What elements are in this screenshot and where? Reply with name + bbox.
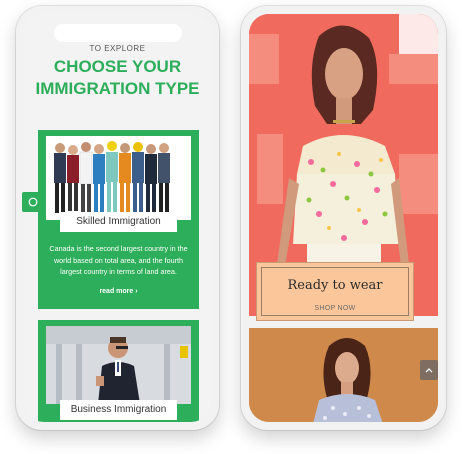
heading-line-2: IMMIGRATION TYPE (35, 79, 200, 98)
card-label-business: Business Immigration (60, 400, 177, 420)
heading-line-1: CHOOSE YOUR (53, 57, 182, 76)
promo-title: Ready to wear (287, 278, 383, 293)
section-eyebrow: TO EXPLORE (89, 44, 146, 53)
phone-mockup-right: Ready to wear SHOP NOW (241, 6, 446, 430)
card-label-skilled: Skilled Immigration (60, 212, 177, 232)
business-man-photo (46, 326, 191, 404)
phone-notch (53, 24, 182, 42)
fashion-page: Ready to wear SHOP NOW (249, 14, 438, 422)
skilled-workers-photo (46, 136, 191, 220)
fashion-model-image (249, 328, 438, 422)
banner-frame: Ready to wear SHOP NOW (261, 267, 409, 316)
immigration-page: TO EXPLORE CHOOSE YOUR IMMIGRATION TYPE (24, 14, 211, 422)
skilled-immigration-card[interactable]: Skilled Immigration Canada is the second… (38, 130, 199, 309)
chevron-up-icon[interactable] (420, 360, 438, 380)
section-heading: CHOOSE YOUR IMMIGRATION TYPE (24, 56, 211, 100)
card-description: Canada is the second largest country in … (49, 244, 188, 276)
business-immigration-card[interactable]: Business Immigration (38, 320, 199, 422)
read-more-link[interactable]: read more › (38, 288, 199, 295)
phone-mockup-left: TO EXPLORE CHOOSE YOUR IMMIGRATION TYPE (16, 6, 219, 430)
whatsapp-icon[interactable] (22, 192, 44, 212)
ready-to-wear-banner[interactable]: Ready to wear SHOP NOW (256, 262, 414, 321)
shop-now-link[interactable]: SHOP NOW (262, 305, 408, 312)
